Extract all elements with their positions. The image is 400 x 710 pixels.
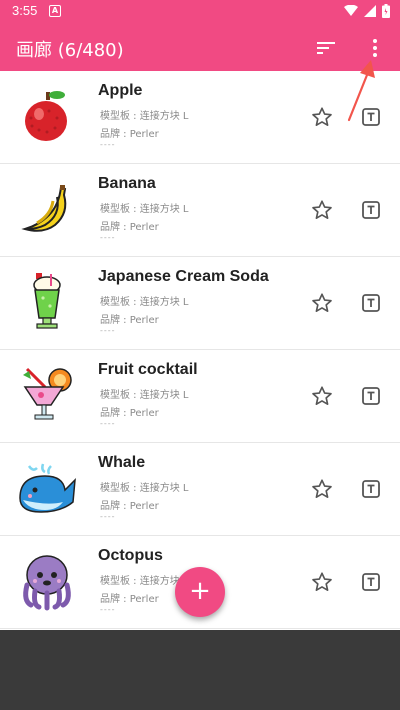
text-button[interactable] [361, 572, 381, 592]
page-title: 画廊 (6/480) [16, 40, 124, 61]
wifi-icon [344, 5, 358, 16]
favorite-button[interactable] [311, 478, 333, 500]
item-brand: 品牌 : Perler [100, 408, 159, 419]
item-name: Japanese Cream Soda [98, 268, 269, 285]
item-brand: 品牌 : Perler [100, 129, 159, 140]
item-board: 模型板 : 连接方块 L [100, 390, 189, 401]
text-box-icon [362, 201, 380, 219]
item-board: 模型板 : 连接方块 L [100, 111, 189, 122]
banana-pattern-thumbnail [21, 185, 67, 232]
list-item[interactable]: Banana 模型板 : 连接方块 L 品牌 : Perler ---- [0, 164, 400, 257]
favorite-button[interactable] [311, 571, 333, 593]
sort-button[interactable] [314, 36, 338, 60]
item-dashes: ---- [100, 512, 116, 521]
add-button[interactable]: + [175, 567, 225, 617]
favorite-button[interactable] [311, 106, 333, 128]
item-name: Banana [98, 175, 156, 192]
more-options-button[interactable] [363, 36, 387, 60]
text-box-icon [362, 387, 380, 405]
item-name: Fruit cocktail [98, 361, 198, 378]
octopus-pattern-thumbnail [23, 555, 71, 611]
text-box-icon [362, 573, 380, 591]
item-brand: 品牌 : Perler [100, 315, 159, 326]
item-dashes: ---- [100, 326, 116, 335]
list-item[interactable]: Japanese Cream Soda 模型板 : 连接方块 L 品牌 : Pe… [0, 257, 400, 350]
text-button[interactable] [361, 107, 381, 127]
item-brand: 品牌 : Perler [100, 222, 159, 233]
text-box-icon [362, 294, 380, 312]
text-button[interactable] [361, 479, 381, 499]
item-name: Apple [98, 82, 143, 99]
item-name: Whale [98, 454, 146, 471]
battery-icon [382, 4, 390, 18]
item-dashes: ---- [100, 419, 116, 428]
star-outline-icon [312, 293, 332, 312]
cream-soda-pattern-thumbnail [33, 273, 61, 329]
item-board: 模型板 : 连接方块 L [100, 483, 189, 494]
star-outline-icon [312, 572, 332, 591]
item-dashes: ---- [100, 233, 116, 242]
text-button[interactable] [361, 293, 381, 313]
item-name: Octopus [98, 547, 163, 564]
list-item[interactable]: Apple 模型板 : 连接方块 L 品牌 : Perler ---- [0, 71, 400, 164]
item-dashes: ---- [100, 605, 116, 614]
apple-pattern-thumbnail [25, 91, 67, 141]
fruit-cocktail-pattern-thumbnail [23, 367, 72, 420]
gallery-list: Apple 模型板 : 连接方块 L 品牌 : Perler ---- Bana… [0, 71, 400, 630]
app-bar: 画廊 (6/480) [0, 24, 400, 71]
item-board: 模型板 : 连接方块 L [100, 297, 189, 308]
status-icons [344, 4, 390, 18]
text-button[interactable] [361, 386, 381, 406]
item-brand: 品牌 : Perler [100, 594, 159, 605]
star-outline-icon [312, 479, 332, 498]
item-brand: 品牌 : Perler [100, 501, 159, 512]
signal-icon [364, 5, 376, 17]
notification-a-icon: A [49, 5, 61, 17]
favorite-button[interactable] [311, 385, 333, 407]
text-box-icon [362, 480, 380, 498]
item-dashes: ---- [100, 140, 116, 149]
status-time: 3:55 [12, 3, 38, 18]
favorite-button[interactable] [311, 292, 333, 314]
more-vert-icon [373, 39, 377, 57]
favorite-button[interactable] [311, 199, 333, 221]
list-item[interactable]: Fruit cocktail 模型板 : 连接方块 L 品牌 : Perler … [0, 350, 400, 443]
item-board: 模型板 : 连接方块 L [100, 204, 189, 215]
whale-pattern-thumbnail [19, 463, 76, 513]
bottom-panel [0, 630, 400, 710]
status-bar: 3:55 A [0, 0, 400, 24]
text-button[interactable] [361, 200, 381, 220]
star-outline-icon [312, 386, 332, 405]
star-outline-icon [312, 200, 332, 219]
star-outline-icon [312, 107, 332, 126]
list-item[interactable]: Whale 模型板 : 连接方块 L 品牌 : Perler ---- [0, 443, 400, 536]
text-box-icon [362, 108, 380, 126]
sort-icon [317, 42, 335, 54]
